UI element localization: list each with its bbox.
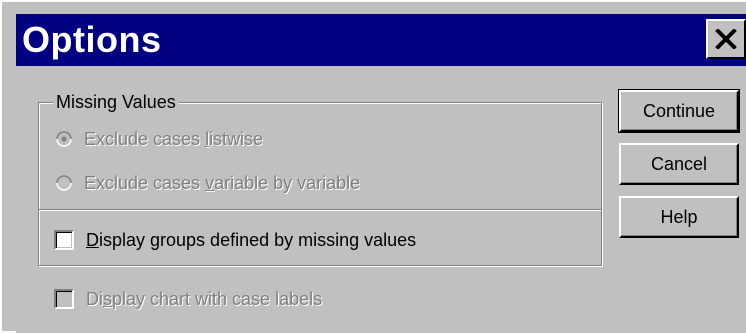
missing-values-legend: Missing Values [53, 91, 179, 113]
title-bar[interactable]: Options [16, 14, 746, 66]
radio-selected-icon [56, 131, 72, 147]
checkbox-icon[interactable] [54, 230, 74, 250]
close-button[interactable] [706, 19, 746, 59]
radio-variable-label: Exclude cases variable by variable [84, 173, 361, 193]
cancel-button[interactable]: Cancel [619, 143, 739, 185]
help-button[interactable]: Help [619, 196, 739, 238]
radio-listwise-label: Exclude cases listwise [84, 129, 264, 149]
checkbox-display-groups[interactable]: Display groups defined by missing values [54, 229, 416, 251]
options-dialog: Options Missing Values Exclude cases lis… [0, 0, 746, 333]
radio-exclude-variable[interactable]: Exclude cases variable by variable [56, 172, 360, 194]
checkbox-display-chart[interactable]: Display chart with case labels [54, 288, 322, 310]
dialog-body: Missing Values Exclude cases listwise Ex… [16, 66, 746, 333]
continue-button[interactable]: Continue [618, 89, 740, 133]
display-groups-label: Display groups defined by missing values [86, 230, 417, 250]
checkbox-disabled-icon [54, 289, 74, 309]
display-chart-label: Display chart with case labels [86, 289, 323, 309]
radio-exclude-listwise[interactable]: Exclude cases listwise [56, 128, 263, 150]
dialog-title: Options [22, 19, 162, 60]
close-icon [715, 29, 737, 49]
radio-unselected-icon [56, 175, 72, 191]
